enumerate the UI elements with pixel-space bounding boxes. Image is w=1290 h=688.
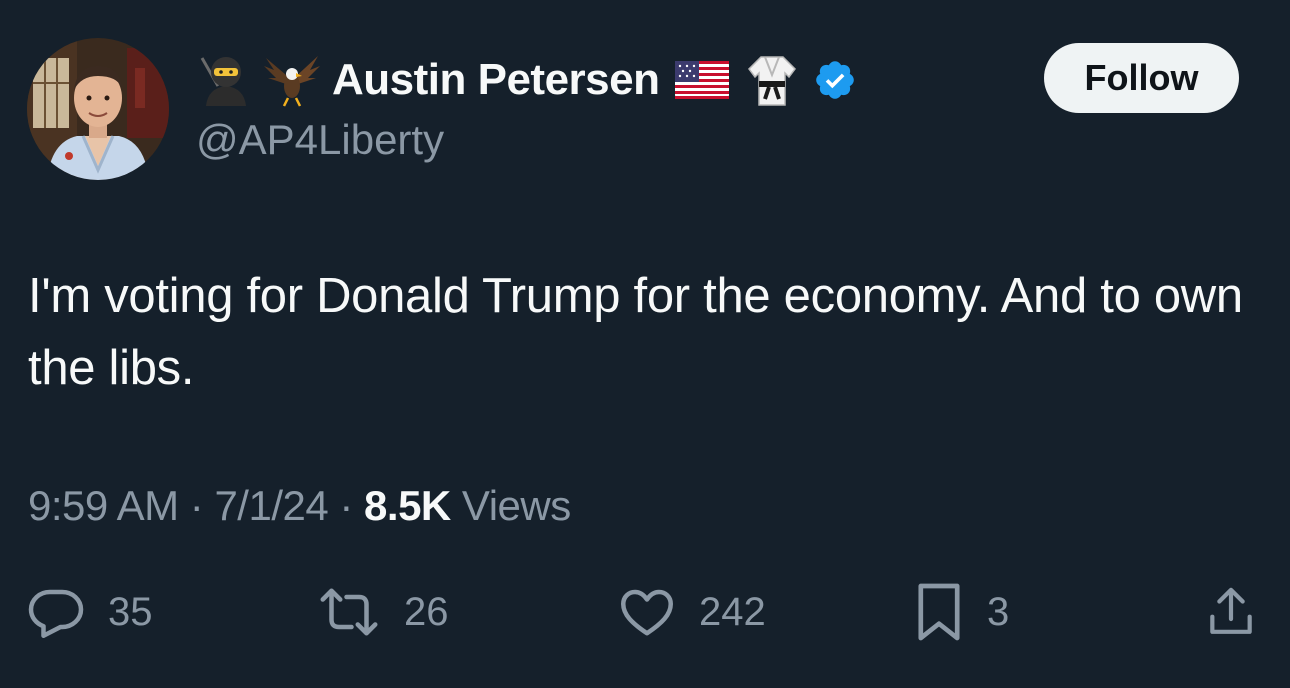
tweet-date[interactable]: 7/1/24 — [214, 482, 328, 529]
meta-separator: · — [178, 482, 215, 529]
avatar[interactable] — [27, 38, 169, 180]
bookmark-icon — [913, 580, 965, 644]
author-name-row[interactable]: Austin Petersen — [196, 50, 857, 110]
like-count: 242 — [699, 589, 766, 634]
repost-icon — [316, 582, 382, 642]
share-icon — [1203, 582, 1259, 642]
repost-button[interactable]: 26 — [316, 580, 449, 644]
bookmark-count: 3 — [987, 589, 1010, 634]
ninja-emoji-icon — [196, 52, 256, 108]
views-count: 8.5K — [364, 482, 451, 529]
eagle-emoji-icon — [262, 52, 322, 108]
heart-icon — [617, 582, 677, 642]
martial-arts-uniform-icon — [747, 53, 797, 107]
follow-button[interactable]: Follow — [1044, 43, 1239, 113]
tweet: Austin Petersen @AP4Liberty Follow I'm v… — [0, 0, 1290, 688]
bookmark-button[interactable]: 3 — [913, 580, 1009, 644]
tweet-meta: 9:59 AM · 7/1/24 · 8.5K Views — [28, 482, 571, 530]
reply-button[interactable]: 35 — [26, 580, 153, 644]
verified-badge-icon[interactable] — [813, 58, 857, 102]
action-bar: 35 26 242 3 — [0, 580, 1290, 644]
tweet-time[interactable]: 9:59 AM — [28, 482, 179, 529]
author-handle[interactable]: @AP4Liberty — [196, 116, 444, 164]
reply-icon — [26, 582, 86, 642]
share-button[interactable] — [1203, 580, 1259, 644]
meta-separator: · — [328, 482, 365, 529]
reply-count: 35 — [108, 589, 153, 634]
views-label: Views — [450, 482, 571, 529]
tweet-text: I'm voting for Donald Trump for the econ… — [28, 269, 1243, 395]
like-button[interactable]: 242 — [617, 580, 766, 644]
repost-count: 26 — [404, 589, 449, 634]
us-flag-icon — [675, 61, 730, 99]
author-display-name[interactable]: Austin Petersen — [332, 55, 660, 105]
